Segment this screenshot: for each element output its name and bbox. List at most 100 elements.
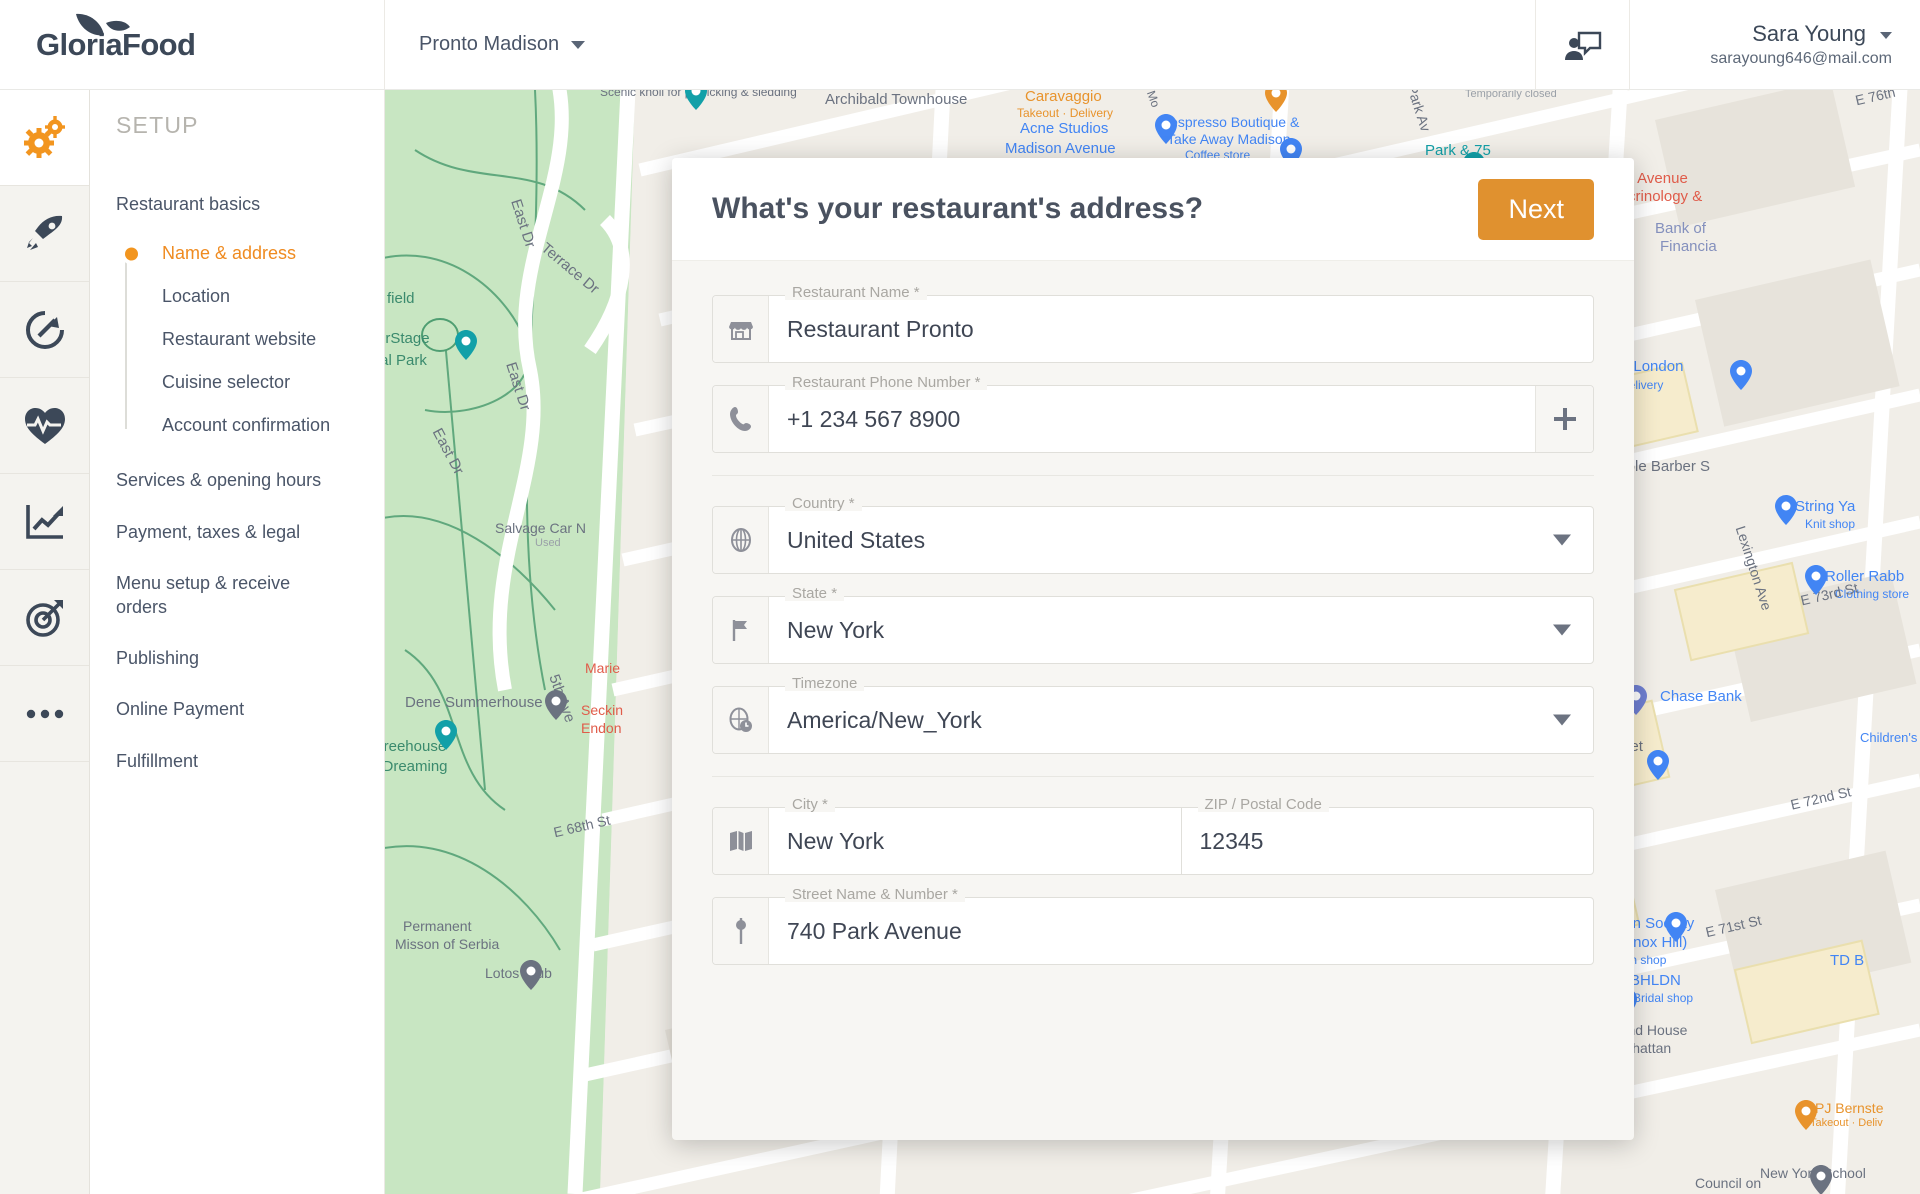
zip-label: ZIP / Postal Code	[1197, 797, 1329, 812]
country-select[interactable]	[769, 526, 1593, 554]
timezone-select[interactable]	[769, 706, 1593, 734]
address-modal: What's your restaurant's address? Next R…	[672, 158, 1634, 1140]
map-pin-icon[interactable]	[520, 960, 542, 990]
rail-item-marketing[interactable]	[0, 570, 89, 666]
state-field[interactable]: State *	[712, 586, 1594, 664]
state-select-wrap: State *	[769, 586, 1593, 663]
leaf-icon	[76, 13, 130, 35]
chevron-down-icon	[1553, 534, 1571, 546]
map-pin-icon[interactable]	[1730, 360, 1752, 390]
street-field[interactable]: Street Name & Number *	[712, 887, 1594, 965]
map-pin-icon[interactable]	[1155, 114, 1177, 144]
city-label: City *	[785, 797, 835, 812]
globe-icon	[713, 507, 769, 573]
map-pin-icon[interactable]	[1805, 565, 1827, 595]
map-icon	[713, 808, 769, 874]
timezone-select-wrap: Timezone	[769, 676, 1593, 753]
map-pin-icon[interactable]	[1795, 1100, 1817, 1130]
map-pin-icon[interactable]	[1775, 495, 1797, 525]
sidebar-item-payment-taxes-legal[interactable]: Payment, taxes & legal	[116, 507, 384, 558]
country-label: Country *	[785, 496, 862, 511]
sidebar-item-restaurant-website[interactable]: Restaurant website	[138, 318, 384, 361]
globe-clock-icon	[713, 687, 769, 753]
brand-logo[interactable]: GloriaFood	[0, 0, 385, 89]
restaurant-name-label: Restaurant Name *	[785, 285, 927, 300]
chart-line-icon	[25, 504, 63, 539]
next-button[interactable]: Next	[1478, 178, 1594, 240]
sidebar-item-menu-setup[interactable]: Menu setup & receive orders	[116, 558, 306, 633]
sidebar-item-online-payment[interactable]: Online Payment	[116, 684, 384, 735]
zip-input[interactable]	[1181, 827, 1593, 855]
map-pin-icon[interactable]	[545, 690, 567, 720]
active-dot-icon	[125, 247, 138, 261]
brand-name: GloriaFood	[36, 26, 196, 62]
map-pin-icon[interactable]	[1265, 90, 1287, 112]
state-select[interactable]	[769, 616, 1593, 644]
feedback-button[interactable]	[1535, 0, 1630, 89]
person-speech-bubble-icon	[1564, 31, 1601, 60]
modal-body: Restaurant Name * Restaurant Phone Numbe…	[672, 261, 1634, 1140]
map-pin-icon[interactable]	[1647, 750, 1669, 780]
modal-header: What's your restaurant's address? Next	[672, 158, 1634, 261]
state-label: State *	[785, 586, 845, 601]
app-root: GloriaFood Pronto Madison Sara Young sar…	[0, 0, 1920, 1194]
heartbeat-icon	[24, 407, 65, 444]
sidebar-item-services-opening-hours[interactable]: Services & opening hours	[116, 455, 384, 506]
restaurant-selector[interactable]: Pronto Madison	[385, 0, 619, 89]
sidebar-item-label: Name & address	[162, 243, 297, 264]
phone-input-wrap: Restaurant Phone Number *	[769, 375, 1535, 452]
rocket-icon	[26, 215, 62, 250]
timezone-label: Timezone	[785, 676, 865, 691]
city-input-wrap: City *	[769, 797, 1182, 874]
sidebar-item-fulfillment[interactable]: Fulfillment	[116, 736, 384, 787]
map-pin-icon[interactable]	[1665, 912, 1687, 942]
chevron-down-icon	[571, 40, 586, 49]
map-pin-icon[interactable]	[455, 330, 477, 360]
timezone-field[interactable]: Timezone	[712, 676, 1594, 754]
restaurant-name-input[interactable]	[769, 315, 1593, 343]
logo-mark: GloriaFood	[30, 13, 262, 69]
sidebar-item-account-confirmation[interactable]: Account confirmation	[138, 404, 384, 447]
flag-icon	[713, 597, 769, 663]
sidebar-item-restaurant-basics[interactable]: Restaurant basics	[116, 179, 384, 230]
target-icon	[25, 599, 63, 637]
map-pin-icon[interactable]	[435, 720, 457, 750]
section-divider	[712, 475, 1594, 476]
add-phone-button[interactable]	[1535, 386, 1593, 452]
street-input-wrap: Street Name & Number *	[769, 887, 1593, 964]
city-zip-field[interactable]: City * ZIP / Postal Code	[712, 797, 1594, 875]
restaurant-name-input-wrap: Restaurant Name *	[769, 285, 1593, 362]
street-input[interactable]	[769, 917, 1593, 945]
rail-item-boost[interactable]	[0, 282, 89, 378]
sidebar-section-label: SETUP	[116, 112, 199, 138]
user-menu[interactable]: Sara Young sarayoung646@mail.com	[1630, 0, 1920, 89]
street-label: Street Name & Number *	[785, 887, 965, 902]
country-select-wrap: Country *	[769, 496, 1593, 573]
phone-input[interactable]	[769, 405, 1535, 433]
map-pin-icon[interactable]	[1810, 1165, 1832, 1194]
sidebar-item-name-address[interactable]: Name & address	[125, 232, 384, 275]
sidebar-item-location[interactable]: Location	[138, 275, 384, 318]
city-input[interactable]	[769, 827, 1181, 855]
map-pin-icon	[713, 898, 769, 964]
rail-item-promotions[interactable]	[0, 186, 89, 282]
map-pin-icon[interactable]	[685, 90, 707, 110]
zip-input-wrap: ZIP / Postal Code	[1181, 797, 1593, 874]
storefront-icon	[713, 296, 769, 362]
rail-item-more[interactable]	[0, 666, 89, 762]
user-name: Sara Young	[1752, 21, 1892, 47]
restaurant-name-field[interactable]: Restaurant Name *	[712, 285, 1594, 363]
sidebar-item-publishing[interactable]: Publishing	[116, 633, 384, 684]
sidebar-subnav: Name & address Location Restaurant websi…	[116, 232, 384, 447]
rail-item-health[interactable]	[0, 378, 89, 474]
phone-field[interactable]: Restaurant Phone Number *	[712, 375, 1594, 453]
sidebar: SETUP Restaurant basics Name & address L…	[90, 90, 385, 1194]
rail-item-reports[interactable]	[0, 474, 89, 570]
top-bar: GloriaFood Pronto Madison Sara Young sar…	[0, 0, 1920, 90]
sidebar-item-cuisine-selector[interactable]: Cuisine selector	[138, 361, 384, 404]
sidebar-nav: Restaurant basics Name & address Locatio…	[90, 179, 384, 787]
section-divider-2	[712, 776, 1594, 777]
country-field[interactable]: Country *	[712, 496, 1594, 574]
rail-item-setup[interactable]	[0, 90, 89, 186]
